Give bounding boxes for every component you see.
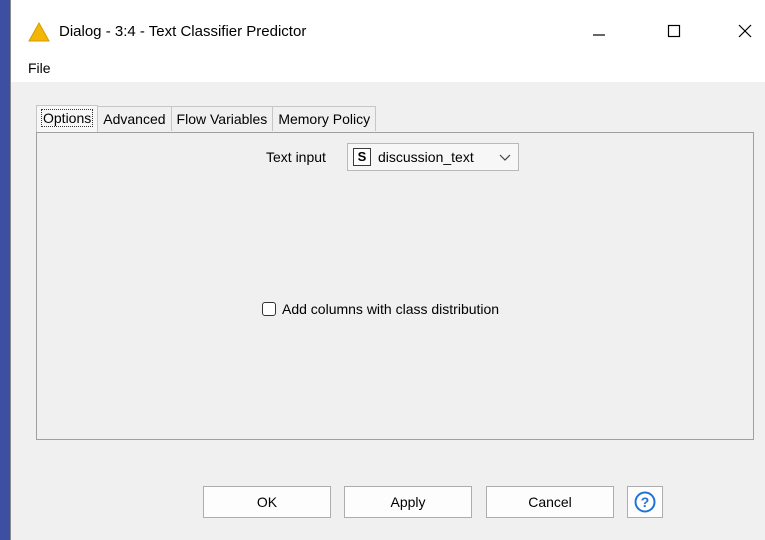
tab-flow-variables[interactable]: Flow Variables: [171, 106, 274, 131]
close-button[interactable]: [722, 14, 765, 48]
help-button[interactable]: ?: [627, 486, 663, 518]
tab-memory-policy[interactable]: Memory Policy: [273, 106, 377, 131]
class-distribution-label: Add columns with class distribution: [282, 301, 500, 317]
tab-advanced-label: Advanced: [103, 111, 166, 127]
text-input-label: Text input: [266, 149, 326, 165]
maximize-button[interactable]: [651, 14, 697, 48]
chevron-down-icon: [499, 154, 511, 161]
svg-text:?: ?: [641, 494, 650, 510]
tab-options[interactable]: Options: [36, 105, 99, 132]
menu-file[interactable]: File: [28, 60, 51, 76]
apply-button[interactable]: Apply: [344, 486, 472, 518]
window-title: Dialog - 3:4 - Text Classifier Predictor: [59, 23, 307, 40]
class-distribution-checkbox[interactable]: [262, 302, 276, 316]
menu-bar: File: [11, 58, 765, 82]
dialog-window: Dialog - 3:4 - Text Classifier Predictor…: [10, 0, 765, 540]
class-distribution-option[interactable]: Add columns with class distribution: [262, 301, 499, 317]
ok-button[interactable]: OK: [203, 486, 331, 518]
text-input-select[interactable]: S discussion_text: [347, 143, 519, 171]
options-panel: Text input S discussion_text Add columns…: [36, 132, 754, 440]
string-type-badge: S: [353, 148, 371, 166]
text-input-value: discussion_text: [378, 149, 474, 165]
cancel-button[interactable]: Cancel: [486, 486, 614, 518]
tab-options-label: Options: [40, 109, 94, 127]
close-icon: [738, 24, 752, 38]
tab-strip: Options Advanced Flow Variables Memory P…: [36, 105, 377, 132]
title-bar[interactable]: Dialog - 3:4 - Text Classifier Predictor: [11, 0, 765, 58]
warning-triangle-icon: [28, 22, 50, 42]
tab-memory-policy-label: Memory Policy: [278, 111, 371, 127]
help-icon: ?: [634, 491, 656, 513]
tab-advanced[interactable]: Advanced: [98, 106, 172, 131]
minimize-button[interactable]: [576, 14, 622, 48]
minimize-icon: [593, 34, 605, 36]
tab-flow-variables-label: Flow Variables: [176, 111, 268, 127]
maximize-icon: [667, 24, 681, 38]
